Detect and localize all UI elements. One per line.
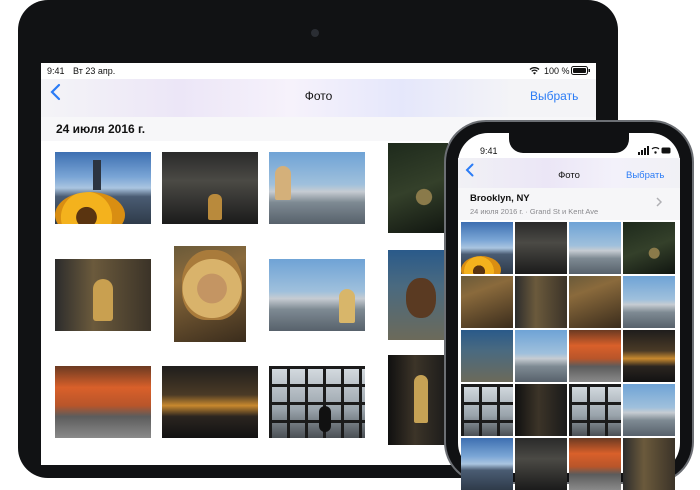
- iphone-select-button[interactable]: Выбрать: [626, 170, 664, 181]
- photo-tile[interactable]: [515, 384, 567, 436]
- photo-tile[interactable]: [461, 384, 513, 436]
- photo-thumbnail[interactable]: [55, 259, 151, 331]
- photo-tile[interactable]: [515, 438, 567, 490]
- ipad-status-bar: 9:41 Вт 23 апр. 100 %: [41, 63, 596, 79]
- photo-thumbnail[interactable]: [162, 152, 258, 224]
- battery-icon: [571, 66, 591, 77]
- photo-thumbnail[interactable]: [269, 152, 365, 224]
- photo-tile[interactable]: [623, 222, 675, 274]
- photo-tile[interactable]: [569, 276, 621, 328]
- photo-tile[interactable]: [515, 330, 567, 382]
- battery-percent: 100 %: [544, 66, 570, 76]
- photo-tile[interactable]: [569, 330, 621, 382]
- signal-battery-icons: [638, 146, 672, 157]
- photo-thumbnail[interactable]: [269, 259, 365, 331]
- photo-tile[interactable]: [623, 276, 675, 328]
- photo-tile[interactable]: [515, 276, 567, 328]
- photo-thumbnail[interactable]: [162, 366, 258, 438]
- location-title: Brooklyn, NY: [470, 193, 530, 204]
- section-date: 24 июля 2016 г.: [56, 122, 146, 136]
- location-subtitle: 24 июля 2016 г. · Grand St и Kent Ave: [470, 207, 599, 216]
- photo-thumbnail[interactable]: [388, 143, 448, 233]
- ipad-camera: [311, 29, 319, 37]
- photo-tile[interactable]: [623, 384, 675, 436]
- photo-tile[interactable]: [461, 276, 513, 328]
- photo-thumbnail[interactable]: [55, 366, 151, 438]
- photo-tile[interactable]: [569, 438, 621, 490]
- status-time: 9:41: [47, 66, 65, 76]
- chevron-right-icon: [656, 196, 663, 210]
- iphone-notch: [509, 133, 629, 153]
- photo-thumbnail[interactable]: [269, 366, 365, 438]
- photo-thumbnail[interactable]: [388, 355, 448, 445]
- status-date: Вт 23 апр.: [73, 66, 116, 76]
- photo-tile[interactable]: [461, 438, 513, 490]
- photo-tile[interactable]: [569, 222, 621, 274]
- wifi-icon: [529, 66, 540, 77]
- photo-tile[interactable]: [461, 222, 513, 274]
- page-title: Фото: [304, 89, 333, 103]
- photo-thumbnail[interactable]: [55, 152, 151, 224]
- photo-thumbnail[interactable]: [388, 250, 448, 340]
- photo-thumbnail[interactable]: [174, 246, 246, 342]
- photo-tile[interactable]: [515, 222, 567, 274]
- photo-tile[interactable]: [569, 384, 621, 436]
- iphone-status-time: 9:41: [480, 146, 498, 156]
- photo-tile[interactable]: [623, 330, 675, 382]
- select-button[interactable]: Выбрать: [530, 89, 578, 103]
- photo-tile[interactable]: [623, 438, 675, 490]
- photo-tile[interactable]: [461, 330, 513, 382]
